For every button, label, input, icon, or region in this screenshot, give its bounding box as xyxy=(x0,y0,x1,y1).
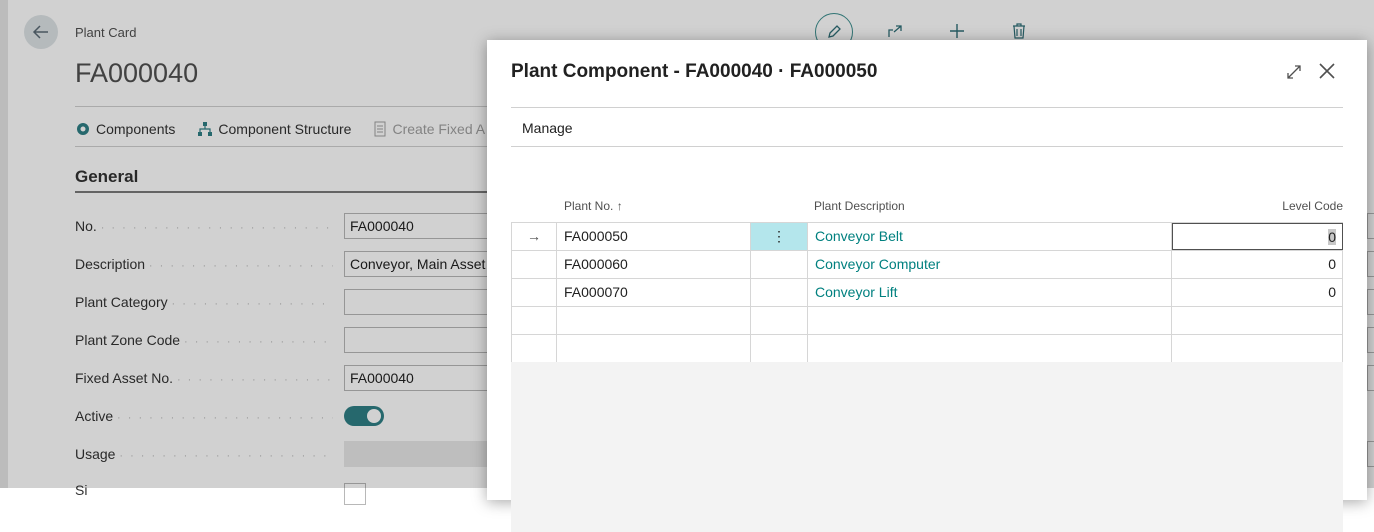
grid-body: → FA000050 ⋮ Conveyor Belt 0 FA000060 Co… xyxy=(511,222,1343,363)
grid-empty-area xyxy=(511,362,1343,532)
level-code-cell[interactable]: 0 xyxy=(1172,279,1343,306)
level-code-value: 0 xyxy=(1328,229,1336,245)
row-actions-cell[interactable] xyxy=(751,279,808,306)
plant-no-cell[interactable]: FA000050 xyxy=(557,223,751,250)
dialog-title: Plant Component - FA000040 · FA000050 xyxy=(511,61,878,82)
plant-component-dialog: Plant Component - FA000040 · FA000050 Ma… xyxy=(487,40,1367,532)
row-actions-menu-icon[interactable]: ⋮ xyxy=(751,223,808,250)
level-code-cell[interactable]: 0 xyxy=(1172,251,1343,278)
row-selected-arrow-icon: → xyxy=(511,223,557,250)
plant-description-column-header[interactable]: Plant Description xyxy=(814,199,905,213)
close-icon xyxy=(1319,63,1335,79)
menu-divider xyxy=(511,146,1343,147)
grid-header: Plant No. ↑ Plant Description Level Code xyxy=(511,190,1343,222)
manage-menu[interactable]: Manage xyxy=(522,120,573,136)
plant-description-link[interactable]: Conveyor Lift xyxy=(808,279,1172,306)
empty-row[interactable] xyxy=(511,335,1343,363)
row-actions-cell[interactable] xyxy=(751,251,808,278)
level-code-input[interactable]: 0 xyxy=(1172,223,1343,250)
expand-icon xyxy=(1287,65,1301,79)
components-grid: Plant No. ↑ Plant Description Level Code… xyxy=(511,190,1343,363)
plant-no-column-header[interactable]: Plant No. ↑ xyxy=(564,199,623,213)
row-selector[interactable] xyxy=(511,279,557,306)
close-button[interactable] xyxy=(1316,60,1338,82)
level-code-column-header[interactable]: Level Code xyxy=(1282,199,1343,213)
row-selector[interactable] xyxy=(511,251,557,278)
table-row[interactable]: → FA000050 ⋮ Conveyor Belt 0 xyxy=(511,223,1343,251)
plant-no-cell[interactable]: FA000070 xyxy=(557,279,751,306)
table-row[interactable]: FA000070 Conveyor Lift 0 xyxy=(511,279,1343,307)
title-divider xyxy=(511,107,1343,108)
table-row[interactable]: FA000060 Conveyor Computer 0 xyxy=(511,251,1343,279)
plant-no-cell[interactable]: FA000060 xyxy=(557,251,751,278)
expand-button[interactable] xyxy=(1284,62,1304,82)
plant-description-link[interactable]: Conveyor Belt xyxy=(808,223,1172,250)
empty-row[interactable] xyxy=(511,307,1343,335)
plant-description-link[interactable]: Conveyor Computer xyxy=(808,251,1172,278)
